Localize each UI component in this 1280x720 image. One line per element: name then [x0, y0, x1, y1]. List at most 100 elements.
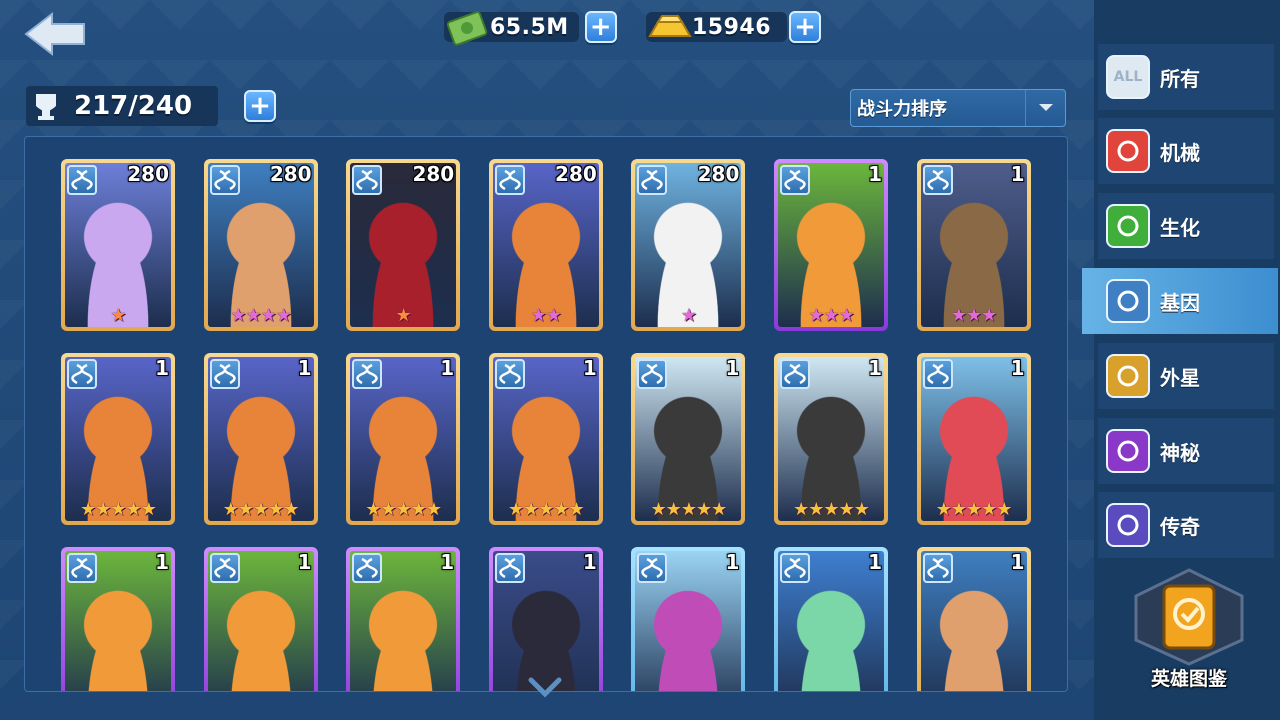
star-icon: ★ — [253, 499, 269, 520]
hero-level: 1 — [868, 162, 882, 186]
hero-level: 280 — [127, 162, 169, 186]
star-icon: ★ — [680, 499, 697, 520]
star-rating: ★★★★★ — [346, 501, 460, 519]
hero-level: 1 — [440, 356, 455, 380]
hero-card[interactable]: 1 — [488, 547, 603, 691]
all-icon: ALL — [1106, 55, 1150, 99]
star-icon: ★ — [996, 499, 1012, 520]
sidebar-item-all[interactable]: ALL 所有 — [1098, 44, 1274, 110]
star-rating: ★ — [631, 307, 745, 325]
hero-card[interactable]: 1 — [61, 547, 175, 691]
back-button[interactable] — [22, 10, 88, 58]
star-icon: ★ — [230, 305, 246, 326]
star-rating: ★★ — [489, 307, 603, 325]
sidebar-item-legend[interactable]: 传奇 — [1098, 492, 1274, 558]
codex-label: 英雄图鉴 — [1150, 668, 1227, 690]
hero-card[interactable]: 280 ★ — [346, 159, 461, 331]
hero-card[interactable]: 280 ★ — [61, 159, 175, 331]
hero-card[interactable]: 1 ★★★★★ — [488, 353, 603, 525]
star-icon: ★ — [80, 499, 96, 520]
dna-icon — [494, 553, 525, 583]
star-icon: ★ — [538, 499, 554, 520]
hero-level: 1 — [297, 356, 312, 380]
sidebar-item-label: 生化 — [1160, 215, 1200, 240]
sidebar-item-mystery[interactable]: 神秘 — [1098, 418, 1274, 484]
hero-card[interactable]: 280 ★★ — [488, 159, 603, 331]
sidebar-item-mech[interactable]: 机械 — [1098, 118, 1274, 184]
hero-card[interactable]: 1 ★★★ — [774, 159, 888, 331]
star-icon: ★ — [793, 499, 809, 520]
hero-level: 1 — [725, 550, 740, 574]
hero-card[interactable]: 1 — [203, 547, 318, 691]
sort-dropdown[interactable]: 战斗力排序 — [850, 89, 1066, 127]
star-icon: ★ — [275, 305, 292, 326]
star-icon: ★ — [425, 499, 442, 520]
hero-card[interactable]: 1 — [346, 547, 461, 691]
star-rating: ★ — [61, 307, 175, 325]
dna-icon — [922, 553, 953, 583]
star-icon: ★ — [680, 305, 697, 326]
star-icon: ★ — [380, 499, 396, 520]
scroll-down-icon[interactable] — [528, 676, 562, 700]
back-arrow-icon — [24, 11, 85, 57]
star-icon: ★ — [553, 499, 569, 520]
hero-capacity: 217/240 + — [26, 84, 276, 128]
star-icon: ★ — [95, 499, 111, 520]
hero-level: 1 — [297, 550, 312, 574]
hero-card[interactable]: 1 — [631, 547, 746, 691]
add-money-button[interactable]: + — [584, 11, 617, 43]
star-rating: ★★★★★ — [631, 501, 745, 519]
star-icon: ★ — [530, 305, 547, 326]
mech-icon — [1106, 129, 1150, 173]
add-gold-button[interactable]: + — [789, 11, 822, 43]
dna-icon — [67, 553, 97, 583]
money-counter: 65.5M + — [444, 8, 617, 46]
star-icon: ★ — [981, 305, 997, 326]
hero-card[interactable]: 1 ★★★★★ — [631, 353, 746, 525]
star-icon: ★ — [568, 499, 585, 520]
sidebar-item-label: 所有 — [1160, 66, 1200, 91]
dna-icon — [209, 359, 240, 389]
star-icon: ★ — [950, 305, 967, 326]
sidebar-item-label: 机械 — [1160, 140, 1200, 165]
star-icon: ★ — [966, 499, 982, 520]
dna-icon — [922, 165, 953, 195]
hero-card[interactable]: 1 ★★★ — [916, 159, 1031, 331]
hero-card[interactable]: 1 ★★★★★ — [916, 353, 1031, 525]
star-icon: ★ — [935, 499, 952, 520]
hero-card[interactable]: 1 ★★★★★ — [774, 353, 888, 525]
star-rating: ★★★★★ — [204, 501, 318, 519]
hero-card[interactable]: 280 ★★★★ — [203, 159, 318, 331]
flask-icon — [1106, 204, 1150, 248]
expand-capacity-button[interactable]: + — [244, 90, 276, 122]
star-rating: ★★★★★ — [774, 501, 888, 519]
star-icon: ★ — [808, 305, 824, 326]
hero-card[interactable]: 280 ★ — [631, 159, 746, 331]
star-icon: ★ — [853, 499, 870, 520]
dna-icon — [1106, 279, 1150, 323]
sidebar-item-flask[interactable]: 生化 — [1098, 193, 1274, 259]
sidebar-item-alien[interactable]: 外星 — [1098, 343, 1274, 409]
dna-icon — [780, 165, 810, 195]
hero-card[interactable]: 1 — [774, 547, 888, 691]
hero-card[interactable]: 1 ★★★★★ — [346, 353, 461, 525]
hero-level: 1 — [155, 550, 169, 574]
hero-level: 1 — [1010, 162, 1025, 186]
dna-icon — [494, 359, 525, 389]
hero-codex-button[interactable]: 英雄图鉴 — [1124, 566, 1254, 690]
sidebar-item-dna[interactable]: 基因 — [1082, 268, 1278, 334]
star-icon: ★ — [222, 499, 239, 520]
hero-level: 1 — [868, 550, 882, 574]
hero-card[interactable]: 1 ★★★★★ — [61, 353, 175, 525]
star-icon: ★ — [110, 305, 126, 326]
star-icon: ★ — [823, 305, 839, 326]
dna-icon — [352, 165, 383, 195]
star-icon: ★ — [507, 499, 524, 520]
hero-grid: 280 ★ 280 ★★★★ 280 ★ 280 ★★ 280 ★ 1 ★★★ 1 ★★★ 1 ★★★★★ 1 ★… — [24, 136, 1068, 692]
hero-level: 1 — [440, 550, 455, 574]
hero-card[interactable]: 1 — [916, 547, 1031, 691]
dna-icon — [494, 165, 525, 195]
hero-card[interactable]: 1 ★★★★★ — [203, 353, 318, 525]
star-rating: ★★★★★ — [917, 501, 1031, 519]
hero-level: 280 — [412, 162, 455, 186]
